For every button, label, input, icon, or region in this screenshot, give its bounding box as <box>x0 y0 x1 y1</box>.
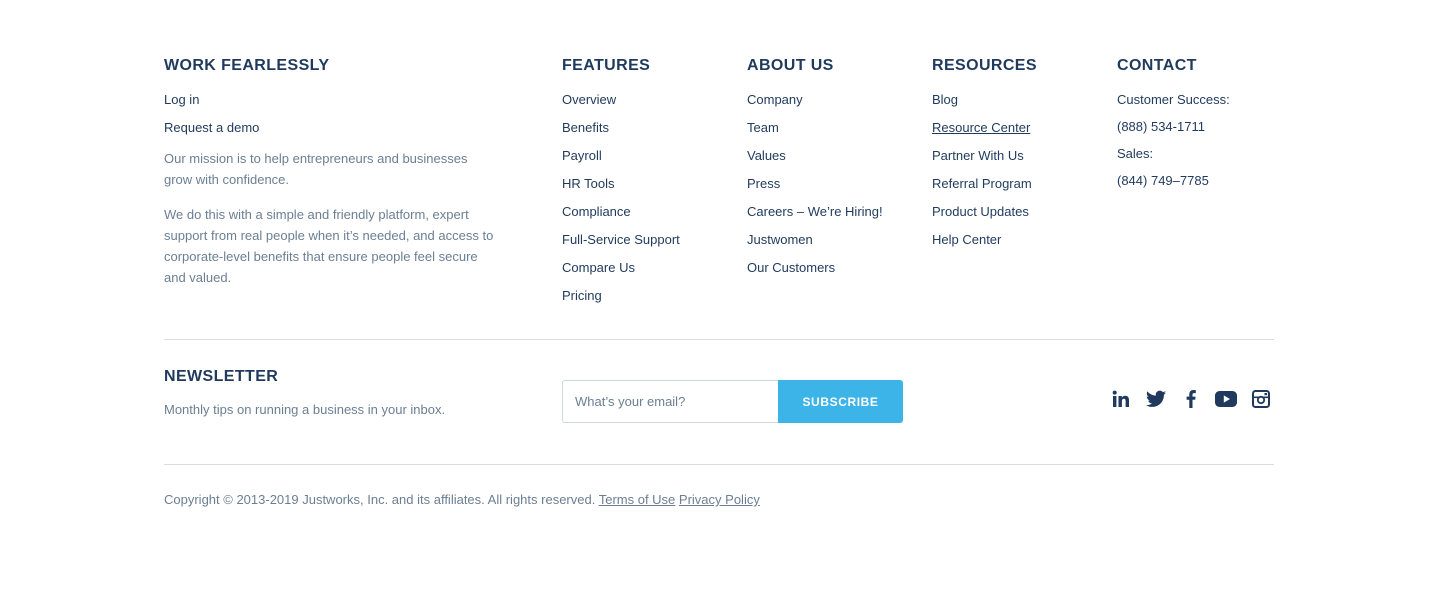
subscribe-button[interactable]: SUBSCRIBE <box>778 380 903 423</box>
twitter-icon[interactable] <box>1145 388 1167 410</box>
resources-link-partner-with-us[interactable]: Partner With Us <box>932 142 1037 170</box>
features-link-hr-tools[interactable]: HR Tools <box>562 170 680 198</box>
youtube-icon[interactable] <box>1215 388 1237 410</box>
contact-column: CONTACT Customer Success: (888) 534-1711… <box>1117 56 1230 194</box>
about-heading: ABOUT US <box>747 57 834 74</box>
about-careers-row: Careers – We’re Hiring! <box>747 198 883 226</box>
features-link-payroll[interactable]: Payroll <box>562 142 680 170</box>
site-footer: WORK FEARLESSLY Log in Request a demo Ou… <box>164 0 1274 604</box>
about-link-justwomen[interactable]: Justwomen <box>747 226 883 254</box>
linkedin-icon[interactable] <box>1110 388 1132 410</box>
copyright-row: Copyright © 2013-2019 Justworks, Inc. an… <box>164 492 760 507</box>
description-text: We do this with a simple and friendly pl… <box>164 207 494 285</box>
about-link-values[interactable]: Values <box>747 142 883 170</box>
resources-link-help-center[interactable]: Help Center <box>932 226 1037 254</box>
request-demo-link[interactable]: Request a demo <box>164 114 494 142</box>
resources-column: RESOURCES Blog Resource Center Partner W… <box>932 56 1037 254</box>
social-links <box>1110 388 1272 410</box>
terms-link[interactable]: Terms of Use <box>599 492 676 507</box>
features-column: FEATURES Overview Benefits Payroll HR To… <box>562 56 680 310</box>
features-link-overview[interactable]: Overview <box>562 86 680 114</box>
resources-link-resource-center[interactable]: Resource Center <box>932 114 1037 142</box>
about-link-company[interactable]: Company <box>747 86 883 114</box>
about-column: ABOUT US Company Team Values Press Caree… <box>747 56 883 282</box>
about-link-press[interactable]: Press <box>747 170 883 198</box>
sales-phone[interactable]: (844) 749–7785 <box>1117 167 1230 194</box>
login-link[interactable]: Log in <box>164 86 494 114</box>
hiring-note[interactable]: – We’re Hiring! <box>797 204 883 219</box>
brand-column: WORK FEARLESSLY Log in Request a demo Ou… <box>164 56 494 288</box>
divider-bottom <box>164 464 1274 465</box>
privacy-link[interactable]: Privacy Policy <box>679 492 760 507</box>
email-input[interactable] <box>562 380 778 423</box>
sales-label: Sales: <box>1117 146 1154 161</box>
customer-success-phone[interactable]: (888) 534-1711 <box>1117 113 1230 140</box>
facebook-icon[interactable] <box>1180 388 1202 410</box>
resources-link-product-updates[interactable]: Product Updates <box>932 198 1037 226</box>
brand-heading: WORK FEARLESSLY <box>164 57 330 74</box>
features-link-full-service-support[interactable]: Full-Service Support <box>562 226 680 254</box>
about-link-our-customers[interactable]: Our Customers <box>747 254 883 282</box>
features-link-compare-us[interactable]: Compare Us <box>562 254 680 282</box>
newsletter-form: SUBSCRIBE <box>562 380 903 423</box>
features-link-compliance[interactable]: Compliance <box>562 198 680 226</box>
resources-link-blog[interactable]: Blog <box>932 86 1037 114</box>
resources-heading: RESOURCES <box>932 57 1037 74</box>
newsletter-subtitle: Monthly tips on running a business in yo… <box>164 402 446 417</box>
features-link-pricing[interactable]: Pricing <box>562 282 680 310</box>
copyright-text: Copyright © 2013-2019 Justworks, Inc. an… <box>164 492 596 507</box>
customer-success-label: Customer Success: <box>1117 92 1230 107</box>
divider-top <box>164 339 1274 340</box>
contact-heading: CONTACT <box>1117 57 1197 74</box>
about-link-careers[interactable]: Careers <box>747 204 793 219</box>
mission-text: Our mission is to help entrepreneurs and… <box>164 151 468 187</box>
features-link-benefits[interactable]: Benefits <box>562 114 680 142</box>
about-link-team[interactable]: Team <box>747 114 883 142</box>
features-heading: FEATURES <box>562 57 651 74</box>
newsletter-heading: NEWSLETTER <box>164 368 279 385</box>
resources-link-referral-program[interactable]: Referral Program <box>932 170 1037 198</box>
instagram-icon[interactable] <box>1250 388 1272 410</box>
